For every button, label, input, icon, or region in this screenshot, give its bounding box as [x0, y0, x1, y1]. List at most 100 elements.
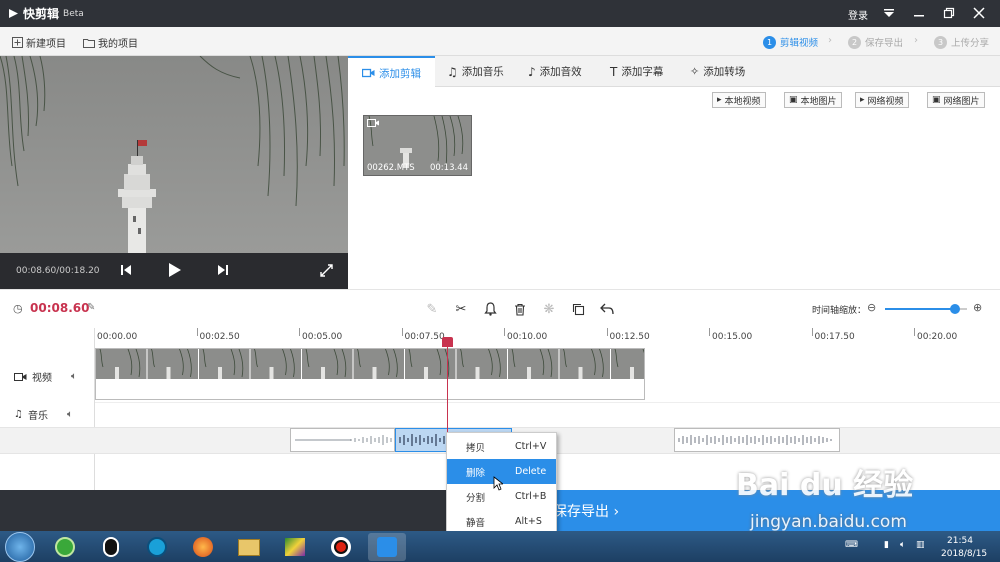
film-frame [611, 349, 644, 379]
taskbar-app-qq[interactable] [92, 533, 130, 561]
taskbar-app-media[interactable] [138, 533, 176, 561]
taskbar-app-firefox[interactable] [184, 533, 222, 561]
minimize-icon[interactable] [910, 4, 928, 22]
video-icon [14, 372, 27, 381]
scissors-icon[interactable]: ✂ [453, 301, 469, 317]
clock-icon: ◷ [13, 302, 23, 315]
fullscreen-icon[interactable] [320, 264, 333, 280]
volume-tray-icon[interactable]: 🔈︎ [900, 540, 905, 550]
menu-dropdown-icon[interactable] [880, 4, 898, 22]
close-icon[interactable] [970, 4, 988, 22]
login-link[interactable]: 登录 [848, 7, 868, 22]
battery-icon[interactable]: ▮ [884, 540, 889, 550]
video-filmstrip [96, 349, 644, 379]
menu-item-shortcut: Delete [515, 466, 547, 477]
chevron-right-icon: › [914, 35, 918, 46]
watermark-url: jingyan.baidu.com [750, 512, 907, 532]
video-clip-track[interactable] [95, 348, 645, 400]
step-number: 3 [934, 35, 947, 49]
timeline-toolbar: ◷ 00:08.60 ✎ ✎ ✂ ❋ 时间轴缩放： ⊖ ⊕ [0, 289, 1000, 328]
network-icon[interactable]: ▥ [916, 540, 925, 550]
timeline-ruler: 00:00.00 00:02.50 00:05.00 00:07.50 00:10.00… [94, 328, 1000, 348]
next-frame-icon[interactable] [217, 264, 229, 279]
film-frame [147, 349, 198, 379]
clip-thumbnail[interactable]: 00262.MTS 00:13.44 [363, 115, 472, 176]
menu-item-label: 静音 [466, 517, 486, 529]
local-video-button[interactable]: ▸ 本地视频 [712, 92, 766, 108]
volume-icon[interactable]: 🔈︎ [67, 409, 73, 420]
taskbar-app-green[interactable] [46, 533, 84, 561]
online-image-button[interactable]: ▣ 网络图片 [927, 92, 985, 108]
zoom-slider-handle[interactable] [949, 304, 960, 314]
my-projects-button[interactable]: 我的项目 [83, 35, 138, 50]
mouse-cursor-icon [493, 476, 503, 491]
export-button[interactable]: 保存导出 › [553, 501, 619, 521]
undo-icon[interactable] [599, 301, 615, 317]
step-export[interactable]: 2 保存导出 [848, 35, 903, 49]
clip-duration: 00:13.44 [429, 163, 468, 173]
source-label: 本地图片 [800, 96, 837, 107]
tab-add-subtitle[interactable]: T 添加字幕 [596, 56, 677, 87]
new-project-button[interactable]: 新建项目 [12, 35, 66, 50]
clock-date[interactable]: 2018/8/15 [941, 549, 987, 559]
playhead-handle[interactable] [442, 337, 453, 347]
track-name: 视频 [32, 373, 52, 384]
edit-pencil-icon[interactable]: ✎ [87, 302, 95, 313]
pencil-icon[interactable]: ✎ [424, 301, 440, 317]
image-icon: ▣ [932, 95, 941, 105]
track-name: 音乐 [27, 411, 48, 422]
zoom-out-icon[interactable]: ⊖ [867, 301, 876, 314]
copy-icon[interactable] [570, 301, 586, 317]
taskbar-app-explorer[interactable] [230, 533, 268, 561]
sfx-clip-1[interactable] [290, 428, 395, 452]
menu-item-label: 删除 [466, 467, 486, 479]
plus-box-icon [12, 37, 23, 48]
menu-item-copy[interactable]: 拷贝 Ctrl+V [447, 434, 556, 459]
film-frame [96, 349, 147, 379]
bell-icon[interactable] [482, 301, 498, 317]
zoom-slider[interactable] [885, 304, 967, 314]
local-image-button[interactable]: ▣ 本地图片 [784, 92, 842, 108]
tab-add-transition[interactable]: ✧ 添加转场 [676, 56, 759, 87]
taskbar-app-tool[interactable] [276, 533, 314, 561]
menu-item-shortcut: Ctrl+B [515, 491, 547, 502]
film-frame [199, 349, 250, 379]
play-button[interactable] [168, 262, 182, 281]
waveform-1 [295, 435, 392, 445]
new-project-label: 新建项目 [26, 39, 66, 50]
zoom-slider-fill [885, 308, 955, 310]
keyboard-icon[interactable]: ⌨ [845, 540, 858, 550]
video-icon [367, 119, 379, 127]
ruler-tick-line [811, 328, 813, 336]
tab-add-clip[interactable]: 添加剪辑 [348, 56, 435, 88]
menu-item-shortcut: Alt+S [515, 516, 542, 527]
tab-add-sound-effect[interactable]: ♪ 添加音效 [514, 56, 596, 87]
online-video-button[interactable]: ▸ 网络视频 [855, 92, 909, 108]
tab-label: 添加字幕 [621, 66, 664, 78]
music-track-row[interactable] [95, 402, 1000, 427]
app-name: 快剪辑 [23, 7, 60, 21]
menu-item-label: 分割 [466, 492, 486, 504]
chevron-right-icon: › [828, 35, 832, 46]
step-number: 2 [848, 35, 861, 49]
zoom-in-icon[interactable]: ⊕ [973, 301, 982, 314]
ruler-tick-label: 00:10.00 [507, 332, 548, 342]
export-label: 保存导出 [553, 504, 609, 520]
start-button[interactable] [5, 532, 35, 562]
crop-icon[interactable]: ❋ [541, 301, 557, 317]
maximize-icon[interactable] [940, 4, 958, 22]
taskbar-app-kuaijianji[interactable] [368, 533, 406, 561]
step-edit[interactable]: 1 剪辑视频 [763, 35, 818, 49]
ruler-tick-label: 00:17.50 [814, 332, 855, 342]
menu-item-label: 拷贝 [466, 442, 486, 454]
tab-label: 添加音效 [539, 66, 582, 78]
ruler-tick-label: 00:02.50 [199, 332, 240, 342]
tab-add-music[interactable]: ♫ 添加音乐 [433, 56, 518, 87]
trash-icon[interactable] [512, 301, 528, 317]
previous-frame-icon[interactable] [120, 264, 132, 279]
taskbar-app-recorder[interactable] [322, 533, 360, 561]
volume-icon[interactable]: 🔈︎ [71, 371, 77, 382]
tab-bar: 添加剪辑 ♫ 添加音乐 ♪ 添加音效 T 添加字幕 ✧ 添加转场 [348, 56, 1000, 88]
sfx-clip-3[interactable] [674, 428, 840, 452]
step-share[interactable]: 3 上传分享 [934, 35, 989, 49]
